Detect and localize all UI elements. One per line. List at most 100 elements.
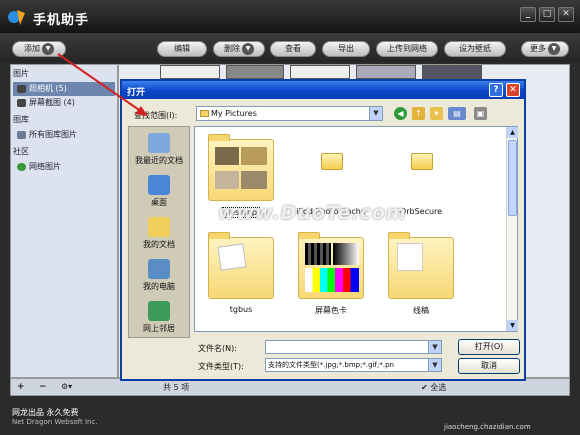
place-network[interactable]: 网上邻居 (129, 301, 189, 334)
sidebar-item-screenshots[interactable]: 屏幕截图 (4) (13, 96, 115, 110)
folder-icon (200, 110, 209, 117)
file-item-label: 线稿 (413, 306, 429, 315)
toolbar: 添加 ▼ 编辑 删除 ▼ 查看 导出 上传到网络 设为壁纸 更多 ▼ (0, 33, 580, 62)
sidebar-section-library: 图库 (13, 115, 29, 124)
maximize-button[interactable]: □ (539, 7, 555, 22)
select-all-checkbox[interactable]: ✔ 全选 (421, 382, 446, 393)
view-menu-icon[interactable]: ▤ (448, 107, 466, 120)
place-label: 我的电脑 (143, 282, 175, 291)
folder-icon (387, 133, 455, 203)
network-icon (148, 301, 170, 321)
recent-documents-icon (148, 133, 170, 153)
globe-icon (17, 163, 26, 171)
delete-button-label: 删除 (224, 44, 240, 53)
tools-icon[interactable]: ▣ (474, 107, 487, 120)
corner-watermark: jiaocheng.chazidian.com (444, 423, 531, 431)
file-item-line-art[interactable]: 线稿 (380, 231, 462, 316)
sidebar: 图片 照相机 (5) 屏幕截图 (4) 图库 所有图库图片 社区 网络图片 (10, 64, 118, 378)
place-desktop[interactable]: 桌面 (129, 175, 189, 208)
place-my-documents[interactable]: 我的文档 (129, 217, 189, 250)
library-icon (17, 131, 26, 139)
photo-thumbnail[interactable] (226, 65, 284, 79)
select-all-label: 全选 (430, 383, 447, 392)
scroll-thumb[interactable] (508, 140, 517, 216)
cancel-button[interactable]: 取消 (458, 358, 520, 374)
photo-folder-icon (387, 231, 455, 301)
minimize-button[interactable]: _ (520, 7, 536, 22)
screenshot-icon (17, 99, 26, 107)
photo-thumbnail[interactable] (290, 65, 350, 79)
photo-thumbnail[interactable] (160, 65, 220, 79)
dialog-title-bar: 打开 ? ✕ (122, 81, 524, 99)
photo-folder-icon (297, 231, 365, 301)
edit-button[interactable]: 编辑 (157, 41, 207, 57)
sidebar-item-label: 屏幕截图 (4) (29, 98, 75, 107)
upload-button[interactable]: 上传到网络 (376, 41, 438, 57)
sidebar-item-label: 照相机 (5) (29, 84, 67, 93)
watermark-text: www.DuoTe.com (218, 202, 407, 224)
place-label: 我最近的文档 (135, 156, 183, 165)
camera-icon (17, 85, 26, 93)
footer-company: Net Dragon Websoft Inc. (12, 418, 98, 426)
place-label: 我的文档 (143, 240, 175, 249)
photo-thumbnail[interactable] (422, 65, 482, 79)
place-recent[interactable]: 我最近的文档 (129, 133, 189, 166)
chevron-down-icon[interactable]: ▼ (428, 341, 441, 353)
settings-button[interactable]: ⚙▾ (61, 382, 72, 391)
scroll-up-icon[interactable]: ▲ (507, 127, 518, 138)
folder-icon (297, 133, 365, 203)
delete-button[interactable]: 删除 ▼ (213, 41, 265, 57)
close-button[interactable]: ✕ (558, 7, 574, 22)
help-button[interactable]: ? (489, 83, 503, 97)
sidebar-item-label: 所有图库图片 (29, 130, 77, 139)
computer-icon (148, 259, 170, 279)
item-count-value: 5 (173, 383, 179, 392)
open-button[interactable]: 打开(O) (458, 339, 520, 355)
filetype-value: 支持的文件类型(*.jpg;*.bmp;*.gif;*.pn (268, 361, 394, 369)
chevron-down-icon[interactable]: ▼ (369, 107, 382, 120)
remove-album-button[interactable]: − (39, 382, 47, 392)
file-list-scrollbar[interactable]: ▲ ▼ (506, 127, 518, 331)
more-button-label: 更多 (530, 44, 546, 53)
export-button[interactable]: 导出 (322, 41, 370, 57)
new-folder-icon[interactable]: ✦ (430, 107, 443, 120)
sidebar-item-camera[interactable]: 照相机 (5) (13, 82, 115, 96)
file-item-tgbus[interactable]: tgbus (200, 231, 282, 314)
up-folder-icon[interactable]: ↑ (412, 107, 425, 120)
dialog-close-button[interactable]: ✕ (506, 83, 520, 97)
lookin-value: My Pictures (211, 109, 257, 118)
scroll-down-icon[interactable]: ▼ (507, 320, 518, 331)
filetype-select[interactable]: 支持的文件类型(*.jpg;*.bmp;*.gif;*.pn ▼ (265, 358, 442, 372)
photo-folder-icon (207, 133, 275, 203)
chevron-down-icon[interactable]: ▼ (428, 359, 441, 371)
sidebar-section-community: 社区 (13, 147, 29, 156)
add-button-label: 添加 (24, 44, 40, 53)
file-list: desktop iPod Photo Cache OrbSecure tgbus (194, 126, 518, 332)
sidebar-item-web-photos[interactable]: 网络图片 (13, 160, 115, 174)
photo-thumbnail[interactable] (356, 65, 416, 79)
set-wallpaper-button[interactable]: 设为壁纸 (444, 41, 506, 57)
filetype-label: 文件类型(T): (198, 362, 244, 371)
lookin-label: 查找范围(I): (134, 111, 178, 120)
lookin-dropdown[interactable]: My Pictures ▼ (196, 106, 383, 121)
filename-input[interactable]: ▼ (265, 340, 442, 354)
view-button[interactable]: 查看 (270, 41, 316, 57)
footer-credit: 网龙出品 永久免费 (12, 408, 79, 417)
chevron-down-icon[interactable]: ▼ (548, 42, 560, 55)
more-button[interactable]: 更多 ▼ (521, 41, 569, 57)
photo-folder-icon (207, 231, 275, 301)
back-icon[interactable]: ◀ (394, 107, 407, 120)
dialog-title: 打开 (127, 88, 146, 98)
add-album-button[interactable]: + (17, 382, 25, 392)
places-bar: 我最近的文档 桌面 我的文档 我的电脑 网上邻居 (128, 126, 190, 338)
place-my-computer[interactable]: 我的电脑 (129, 259, 189, 292)
chevron-down-icon[interactable]: ▼ (42, 42, 54, 55)
add-button[interactable]: 添加 ▼ (12, 41, 66, 57)
item-count-prefix: 共 (163, 383, 171, 392)
chevron-down-icon[interactable]: ▼ (242, 42, 254, 55)
sidebar-item-label: 网络图片 (29, 162, 61, 171)
title-bar: 手机助手 _ □ ✕ (0, 0, 580, 33)
sidebar-item-all-library[interactable]: 所有图库图片 (13, 128, 115, 142)
file-item-screen-color-card[interactable]: 屏幕色卡 (290, 231, 372, 316)
file-item-label: 屏幕色卡 (315, 306, 347, 315)
